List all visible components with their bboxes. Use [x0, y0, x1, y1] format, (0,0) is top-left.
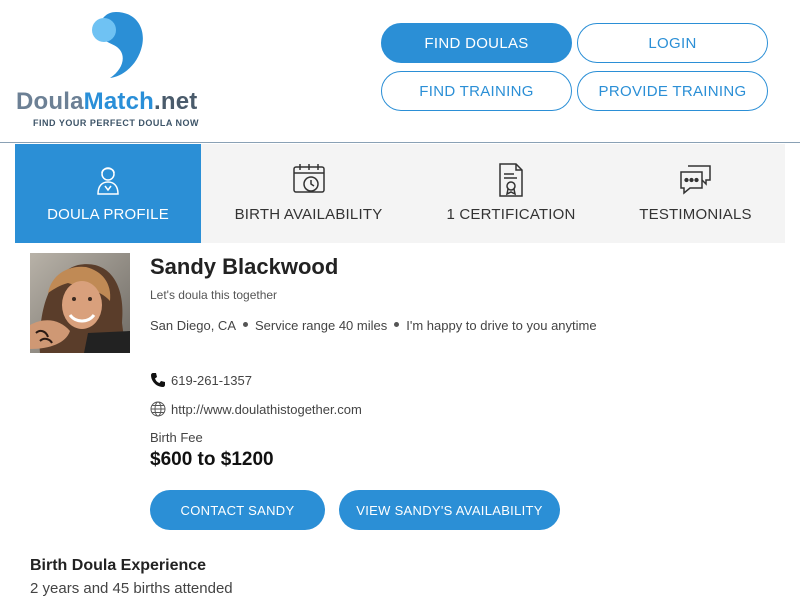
doula-name: Sandy Blackwood	[150, 254, 339, 279]
tab-label: 1 CERTIFICATION	[446, 206, 576, 223]
view-availability-button[interactable]: VIEW SANDY'S AVAILABILITY	[339, 490, 560, 530]
website-row[interactable]: http://www.doulathistogether.com	[150, 401, 362, 417]
certificate-icon	[499, 163, 523, 197]
chat-bubbles-icon	[679, 165, 711, 195]
tab-label: TESTIMONIALS	[639, 206, 752, 223]
logo-word-doula: Doula	[16, 88, 84, 115]
tab-certification[interactable]: 1 CERTIFICATION	[416, 144, 606, 243]
tab-label: BIRTH AVAILABILITY	[234, 206, 383, 223]
tab-doula-profile[interactable]: DOULA PROFILE	[15, 144, 201, 243]
provide-training-button[interactable]: PROVIDE TRAINING	[577, 71, 768, 111]
phone-number[interactable]: 619-261-1357	[171, 373, 252, 388]
fee-label: Birth Fee	[150, 430, 203, 445]
separator-dot	[394, 322, 400, 328]
profile-tabs: DOULA PROFILE BIRTH AVAILABILITY 1 CERTI…	[15, 144, 785, 243]
calendar-clock-icon	[292, 164, 325, 193]
profile-photo-illustration	[30, 253, 130, 353]
doula-person-icon	[97, 167, 119, 195]
logo-wordmark: DoulaMatch.net	[16, 88, 197, 116]
find-training-button[interactable]: FIND TRAINING	[381, 71, 572, 111]
find-doulas-button[interactable]: FIND DOULAS	[381, 23, 572, 63]
travel-note: I'm happy to drive to you anytime	[406, 318, 597, 333]
doula-tagline: Let's doula this together	[150, 288, 278, 302]
contact-button[interactable]: CONTACT SANDY	[150, 490, 325, 530]
experience-text: 2 years and 45 births attended	[30, 580, 233, 597]
tab-birth-availability[interactable]: BIRTH AVAILABILITY	[201, 144, 416, 243]
service-range: Service range 40 miles	[255, 318, 388, 333]
tab-testimonials[interactable]: TESTIMONIALS	[606, 144, 785, 243]
site-logo[interactable]: DoulaMatch.net FIND YOUR PERFECT DOULA N…	[16, 10, 226, 135]
login-button[interactable]: LOGIN	[577, 23, 768, 63]
experience-heading: Birth Doula Experience	[30, 557, 207, 574]
phone-icon	[151, 373, 165, 387]
separator-dot	[243, 322, 248, 328]
phone-row[interactable]: 619-261-1357	[150, 372, 252, 388]
logo-tagline: FIND YOUR PERFECT DOULA NOW	[33, 118, 199, 128]
service-location-line: San Diego, CA Service range 40 miles I'm h…	[150, 315, 630, 337]
doula-photo	[30, 253, 130, 353]
logo-word-match: Match	[83, 88, 155, 115]
doula-city: San Diego, CA	[150, 318, 236, 333]
logo-word-net: .net	[154, 88, 198, 115]
tab-label: DOULA PROFILE	[47, 206, 169, 223]
website-link[interactable]: http://www.doulathistogether.com	[171, 402, 362, 417]
logo-mark-icon	[92, 12, 143, 78]
birth-fee: $600 to $1200	[150, 449, 274, 470]
site-header: DoulaMatch.net FIND YOUR PERFECT DOULA N…	[0, 0, 800, 143]
globe-icon	[150, 401, 166, 417]
